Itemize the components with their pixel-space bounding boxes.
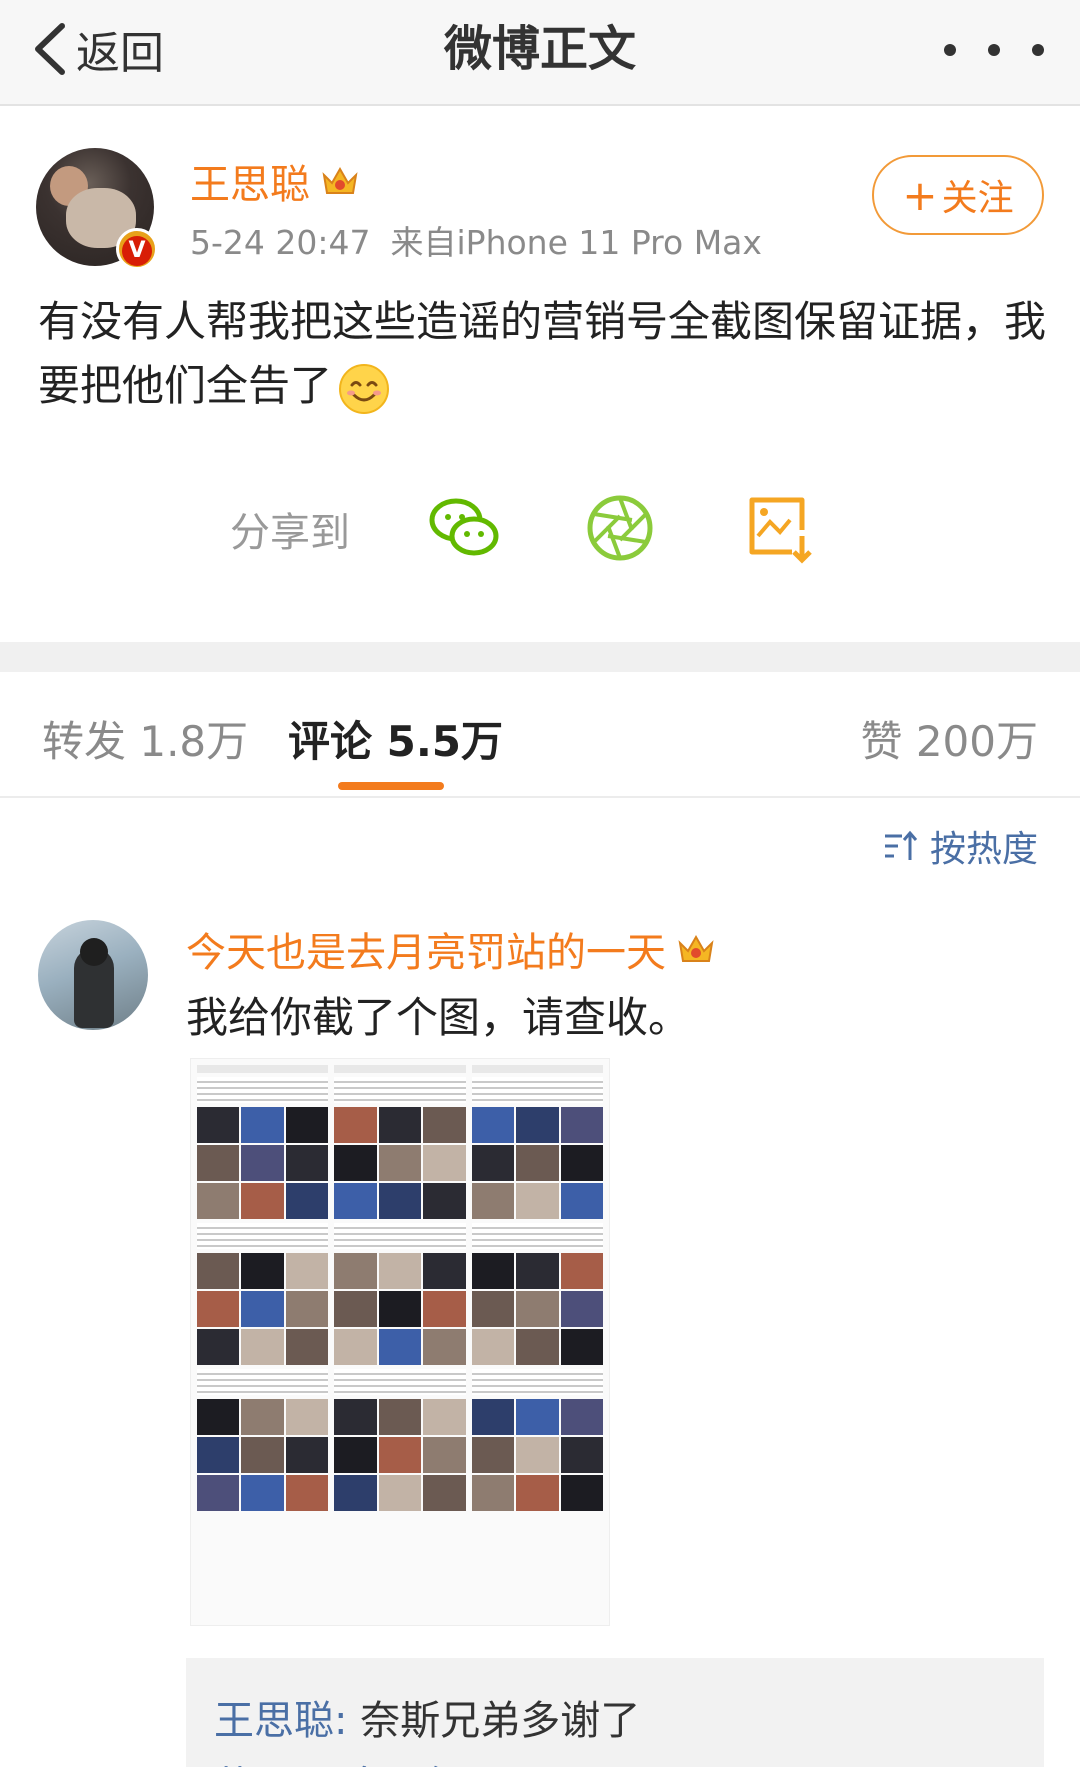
author-name[interactable]: 王思聪 — [190, 152, 310, 210]
moments-icon[interactable] — [582, 490, 658, 566]
avatar-head — [80, 938, 108, 966]
screenshot-column — [197, 1065, 329, 1619]
crown-icon — [678, 934, 714, 962]
screenshot-column — [334, 1065, 466, 1619]
post-meta: 5-24 20:47 来自iPhone 11 Pro Max — [190, 216, 762, 264]
sort-label: 按热度 — [929, 829, 1038, 870]
post-body: 有没有人帮我把这些造谣的营销号全截图保留证据，我要把他们全告了 — [38, 290, 1048, 418]
follow-label: 关注 — [941, 178, 1014, 219]
plus-icon: + — [902, 170, 938, 220]
active-tab-indicator — [338, 782, 444, 790]
reply-preview[interactable]: 王思聪: 奈斯兄弟多谢了 共4373条回复 — [186, 1658, 1044, 1767]
chevron-left-icon — [35, 23, 65, 75]
sort-icon — [884, 830, 918, 860]
post-source: 来自iPhone 11 Pro Max — [390, 223, 762, 262]
sort-button[interactable]: 按热度 — [882, 820, 1038, 872]
reply-line: 王思聪: 奈斯兄弟多谢了 — [214, 1688, 640, 1746]
dot — [1032, 44, 1044, 56]
back-label: 返回 — [76, 28, 164, 79]
post-text: 有没有人帮我把这些造谣的营销号全截图保留证据，我要把他们全告了 — [38, 297, 1047, 410]
reply-author[interactable]: 王思聪 — [214, 1698, 334, 1744]
commenter-name-row: 今天也是去月亮罚站的一天 — [186, 920, 716, 978]
tab-like[interactable]: 赞 200万 — [860, 708, 1038, 769]
tab-comment[interactable]: 评论 5.5万 — [288, 708, 503, 769]
section-divider — [0, 642, 1080, 672]
dot — [944, 44, 956, 56]
commenter-avatar[interactable] — [38, 920, 148, 1030]
verified-badge-icon: V — [116, 228, 158, 270]
verified-badge-label: V — [122, 236, 152, 266]
screenshot-column — [471, 1065, 603, 1619]
crown-icon — [322, 166, 358, 194]
follow-button[interactable]: + 关注 — [872, 155, 1044, 235]
post-date: 5-24 20:47 — [190, 223, 371, 262]
wechat-icon[interactable] — [426, 490, 502, 566]
save-image-icon[interactable] — [742, 490, 818, 566]
reply-count-link[interactable]: 共4373条回复 — [214, 1754, 463, 1767]
author-name-row: 王思聪 — [190, 152, 360, 210]
reply-separator: : — [334, 1698, 348, 1744]
share-label: 分享到 — [230, 510, 350, 556]
commenter-name[interactable]: 今天也是去月亮罚站的一天 — [186, 920, 666, 978]
more-dots-icon[interactable] — [944, 30, 1044, 70]
comment-image[interactable] — [190, 1058, 610, 1626]
tab-bar: 转发 1.8万 评论 5.5万 赞 200万 — [0, 672, 1080, 798]
reply-text: 奈斯兄弟多谢了 — [347, 1698, 641, 1744]
back-button[interactable]: 返回 — [30, 14, 164, 84]
top-nav-bar: 返回 微博正文 — [0, 0, 1080, 106]
comment-text: 我给你截了个图，请查收。 — [186, 993, 691, 1042]
dot — [988, 44, 1000, 56]
tab-repost[interactable]: 转发 1.8万 — [42, 708, 248, 769]
smile-emoji-icon — [339, 363, 390, 414]
